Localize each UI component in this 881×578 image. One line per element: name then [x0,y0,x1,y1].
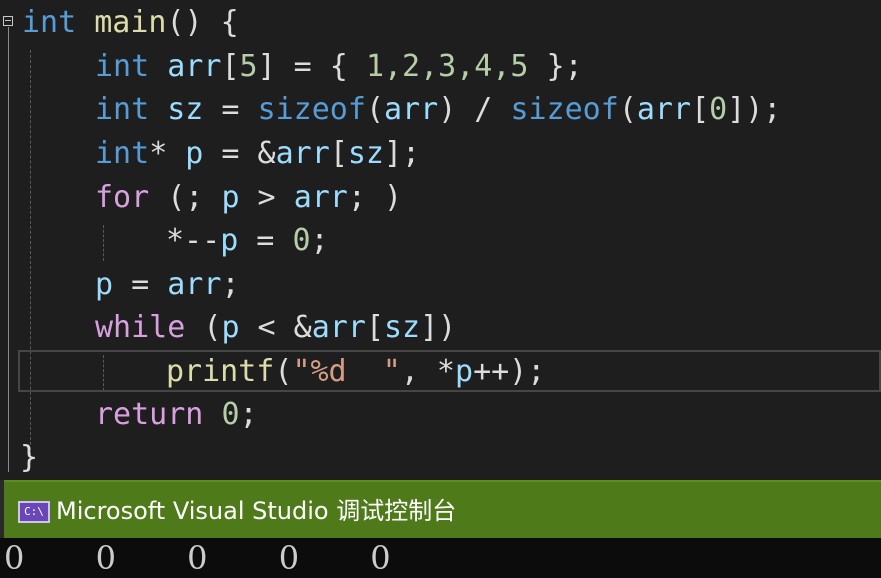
code-token: p [455,354,474,389]
indent-guide [30,50,31,460]
code-line-4[interactable]: int* p = &arr[sz]; [95,132,420,175]
code-line-10[interactable]: return 0; [95,393,258,436]
code-token: [ [691,92,710,127]
code-token: 5 [239,49,258,84]
code-token: for [95,180,150,215]
code-token: p [221,180,240,215]
code-token: printf [166,354,275,389]
code-token: int [95,136,150,171]
code-token: [ [365,310,384,345]
code-token: = [113,267,168,302]
code-line-5[interactable]: for (; p > arr; ) [95,176,402,219]
code-token: [ [221,49,240,84]
code-token: p [220,223,239,258]
code-token: p [167,136,204,171]
code-token: int [22,5,77,40]
code-token: ( [274,354,293,389]
code-token: , * [400,354,455,389]
code-token: arr [293,180,348,215]
code-token: > [239,180,294,215]
code-token: = [203,92,258,127]
code-editor[interactable]: int main() { int arr[5] = { 1,2,3,4,5 };… [0,0,881,480]
code-line-8[interactable]: while (p < &arr[sz]) [95,306,456,349]
code-line-2[interactable]: int arr[5] = { 1,2,3,4,5 }; [95,45,583,88]
code-token: 1,2,3,4,5 [365,49,529,84]
code-token: (; [149,180,222,215]
code-token: int [95,92,150,127]
code-token: ]) [420,310,457,345]
code-line-3[interactable]: int sz = sizeof(arr) / sizeof(arr[0]); [95,88,781,131]
code-token: ; [221,267,240,302]
code-token: while [95,310,186,345]
code-token: }; [528,49,583,84]
code-token: arr [384,92,439,127]
code-token: { [202,5,239,40]
code-token: = { [275,49,366,84]
code-token: "%d " [292,354,401,389]
code-line-11[interactable]: } [20,436,38,479]
code-token: ] [257,49,276,84]
code-token: = & [203,136,276,171]
code-token: = [238,223,293,258]
code-token: ; ) [347,180,403,215]
code-token: ]; [384,136,421,171]
code-token: } [20,440,39,475]
console-app-icon-glyph: C:\ [24,505,44,518]
code-token: arr [311,310,366,345]
fold-region-line [8,27,9,472]
code-token: sz [384,310,421,345]
code-token: arr [149,49,222,84]
code-token: * [149,136,168,171]
code-line-7[interactable]: p = arr; [95,263,240,306]
code-token: ; [239,397,258,432]
code-token: 0 [221,397,240,432]
code-token: ( [185,310,222,345]
console-output-area[interactable]: 0 0 0 0 0 [0,538,881,578]
code-token: return [95,397,204,432]
console-title-bar[interactable]: C:\ Microsoft Visual Studio 调试控制台 [4,480,881,540]
code-token: p [95,267,114,302]
code-token: *-- [166,223,221,258]
code-token: main [76,5,167,40]
code-token: ; [310,223,329,258]
console-output-text: 0 0 0 0 0 [4,539,391,577]
code-token: [ [329,136,348,171]
code-token: ) / [438,92,511,127]
code-token: 0 [709,92,728,127]
code-token: () [166,5,203,40]
code-token: arr [636,92,692,127]
code-line-9[interactable]: printf("%d ", *p++); [166,350,545,393]
code-token: ( [618,92,637,127]
code-token: sizeof [257,92,366,127]
code-token: p [221,310,240,345]
code-token: ( [365,92,384,127]
code-line-1[interactable]: int main() { [22,1,239,44]
console-app-icon: C:\ [18,501,50,523]
indent-guide [103,225,104,261]
code-line-6[interactable]: *--p = 0; [166,219,329,262]
code-token: ]); [727,92,782,127]
editor-gutter [0,0,18,480]
code-token: arr [275,136,330,171]
code-token: 0 [292,223,311,258]
code-token: sz [149,92,204,127]
code-token: sz [347,136,384,171]
code-token: < & [239,310,312,345]
code-token: ++); [473,354,546,389]
console-title: Microsoft Visual Studio 调试控制台 [56,497,457,525]
collapse-icon[interactable] [3,16,13,26]
code-token: arr [167,267,222,302]
code-token: sizeof [510,92,619,127]
code-token: int [95,49,150,84]
